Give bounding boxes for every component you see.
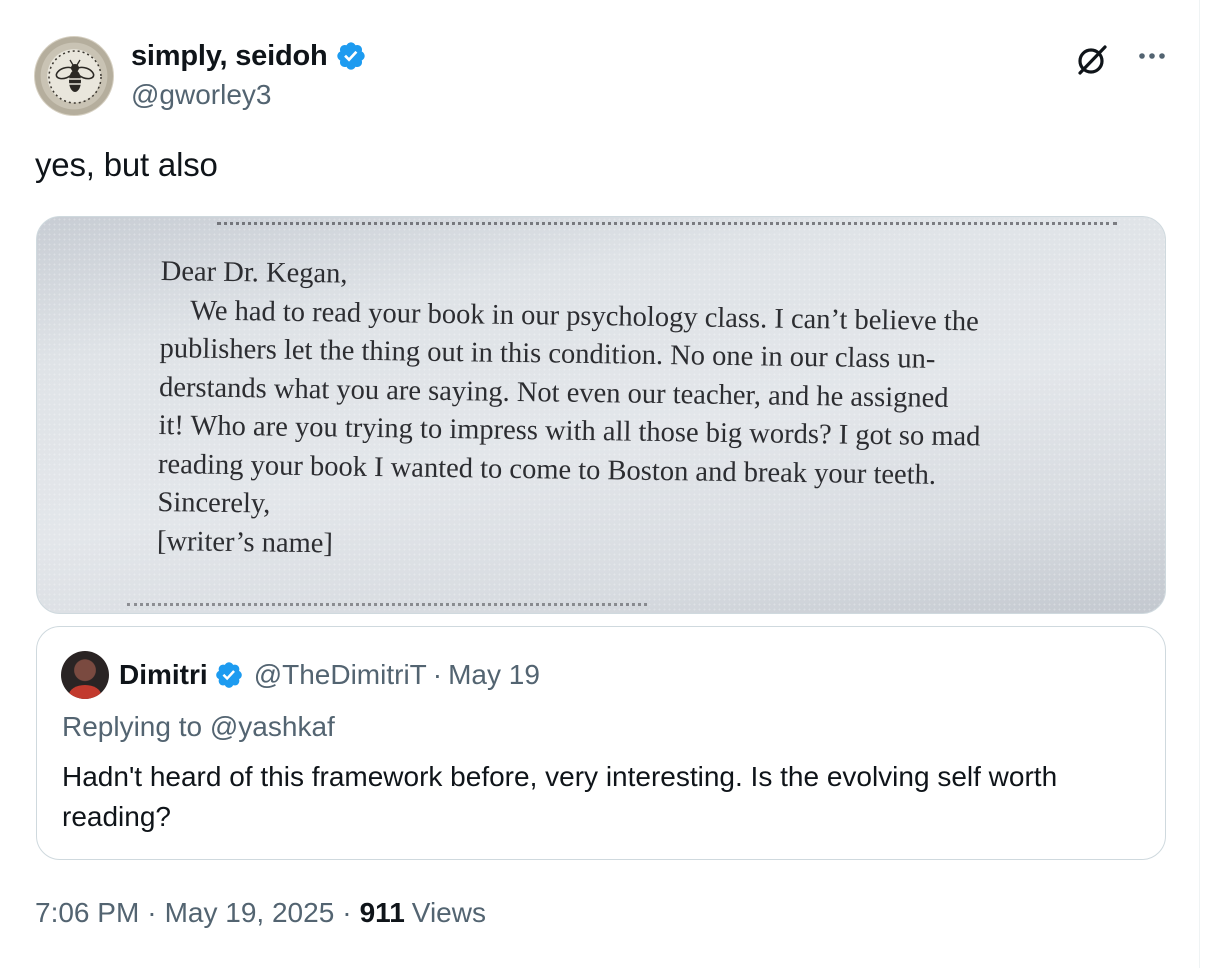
quoted-tweet-text: Hadn't heard of this framework before, v… [62,761,1058,832]
separator-dot: · [147,897,157,928]
quoted-author-avatar[interactable] [61,651,109,699]
separator-dot: · [432,659,443,690]
tweet-detail: simply, seidoh @gworley3 yes, but also D… [0,0,1200,968]
verified-badge-icon[interactable] [214,660,244,690]
cropped-text-line-top [217,217,1117,225]
book-letter-text: Dear Dr. Kegan, We had to read your book… [157,253,1141,575]
separator-dot: · [342,897,352,928]
views-count[interactable]: 911 [360,897,405,929]
replying-to-label: Replying to [62,711,203,742]
more-options-icon[interactable] [1130,38,1174,74]
replying-to-handle-link[interactable]: @yashkaf [210,711,335,742]
quoted-author-display-name[interactable]: Dimitri [119,659,208,691]
grok-icon[interactable] [1074,42,1110,78]
display-name-row: simply, seidoh [131,38,367,74]
author-names: simply, seidoh @gworley3 [131,38,367,111]
tweet-date[interactable]: May 19, 2025 [165,897,335,929]
tweet-time[interactable]: 7:06 PM [35,897,139,929]
tweet-text: yes, but also [35,146,218,183]
tweet-photo[interactable]: Dear Dr. Kegan, We had to read your book… [36,216,1166,614]
author-display-name[interactable]: simply, seidoh [131,40,328,73]
quoted-tweet-date[interactable]: May 19 [448,659,540,691]
verified-badge-icon[interactable] [335,40,367,72]
author-avatar[interactable] [34,36,114,116]
tweet-meta: 7:06 PM · May 19, 2025 · 911 Views [35,897,486,929]
replying-to-line: Replying to @yashkaf [62,711,335,743]
bee-emblem-icon [48,50,102,104]
quoted-author-handle[interactable]: @TheDimitriT [254,659,427,691]
tweet-header: simply, seidoh @gworley3 [34,34,1174,118]
views-label: Views [411,897,486,928]
quoted-tweet[interactable]: Dimitri @TheDimitriT · May 19 Replying t… [36,626,1166,860]
quoted-tweet-header: Dimitri @TheDimitriT · May 19 [61,651,540,699]
author-handle[interactable]: @gworley3 [131,79,367,111]
cropped-text-line-bottom [127,603,647,613]
